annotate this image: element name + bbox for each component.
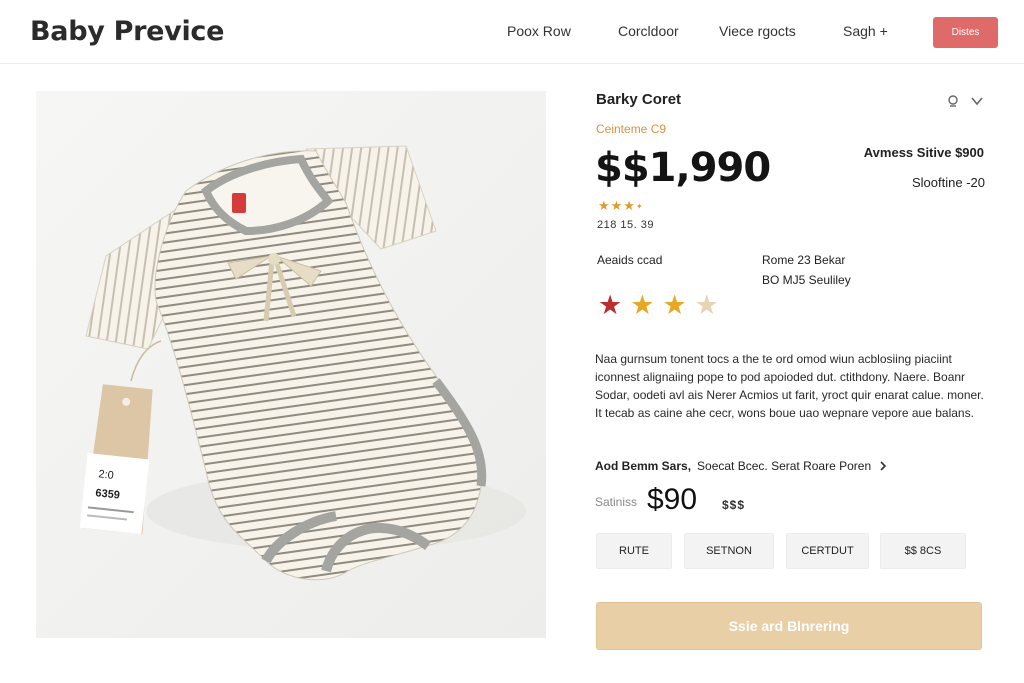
details-link-text: Soecat Bcec. Serat Roare Poren [697, 459, 872, 473]
brand-logo[interactable]: Baby Previce [30, 16, 224, 47]
price-info-2: Slooftine -20 [912, 175, 985, 190]
info-line-1: Rome 23 Bekar [762, 253, 846, 267]
details-link[interactable]: Aod Bemm Sars, Soecat Bcec. Serat Roare … [595, 459, 889, 473]
chevron-down-icon[interactable] [968, 92, 986, 110]
product-image: 2:0 6359 [36, 91, 546, 638]
product-price: $$1,990 [595, 145, 771, 191]
product-category[interactable]: Ceinteme C9 [596, 122, 666, 136]
option-button-2[interactable]: SETNON [684, 533, 774, 569]
add-to-cart-button[interactable]: Ssie ard Blnrering [596, 602, 982, 650]
option-button-1[interactable]: RUTE [596, 533, 672, 569]
info-line-2: BO MJ5 Seuliley [762, 273, 851, 287]
sale-price: $90 [647, 483, 698, 516]
product-title: Barky Coret [596, 91, 682, 108]
tag-line-2: 6359 [95, 487, 121, 501]
big-rating-stars[interactable]: ★ ★ ★ ★ [598, 290, 719, 320]
star-icon[interactable]: ★ [695, 290, 719, 320]
price-info-1: Avmess Sitive $900 [863, 145, 984, 160]
star-icon[interactable]: ★ [662, 290, 686, 320]
tag-line-1: 2:0 [98, 468, 114, 482]
nav-item-4[interactable]: Sagh + [843, 23, 888, 39]
sale-label: Satiniss [595, 495, 638, 509]
nav-item-3[interactable]: Viece rgocts [719, 23, 796, 39]
small-rating-stars: ★★★✦ [598, 198, 644, 213]
option-button-4[interactable]: $$ 8CS [880, 533, 966, 569]
option-button-3[interactable]: CERTDUT [786, 533, 869, 569]
star-icon[interactable]: ★ [598, 290, 622, 320]
nav-item-1[interactable]: Poox Row [507, 23, 571, 39]
product-description: Naa gurnsum tonent tocs a the te ord omo… [595, 352, 984, 420]
sale-suffix: $$$ [722, 498, 746, 512]
top-header: Baby Previce Poox Row Corcldoor Viece rg… [0, 0, 1024, 64]
nav-item-2[interactable]: Corcldoor [618, 23, 679, 39]
rating-count: 218 15. 39 [597, 219, 654, 231]
chevron-right-icon [880, 461, 887, 471]
header-action-button[interactable]: Distes [933, 17, 998, 48]
info-label: Aeaids ccad [597, 253, 663, 267]
details-link-bold: Aod Bemm Sars, [595, 459, 692, 473]
info-block: Rome 23 Bekar BO MJ5 Seuliley [762, 250, 851, 290]
baby-onesie-photo: 2:0 6359 [79, 145, 526, 581]
star-icon[interactable]: ★ [630, 290, 654, 320]
share-icon[interactable] [944, 92, 962, 110]
